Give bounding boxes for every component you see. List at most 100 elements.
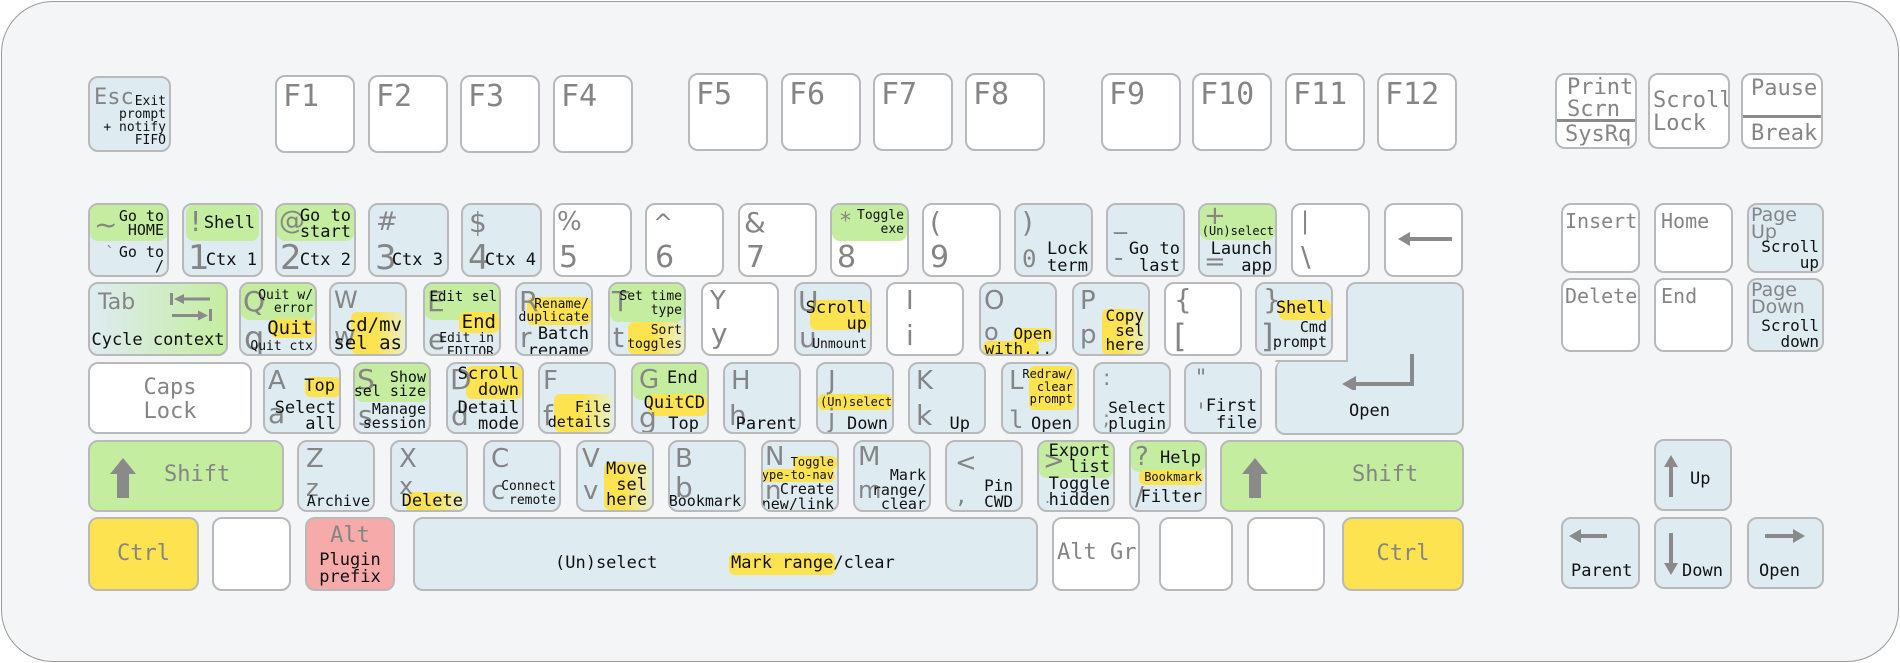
shift-action: Quit w/ error	[258, 288, 313, 316]
shift-arrow-icon	[1242, 458, 1268, 498]
key-end[interactable]: End	[1654, 278, 1733, 352]
key-backspace[interactable]	[1384, 203, 1463, 277]
key-7[interactable]: & 7	[738, 203, 817, 277]
key-f8[interactable]: F8	[965, 73, 1045, 151]
shift-legend: O	[984, 286, 1005, 316]
key-left-ctrl[interactable]: Ctrl	[88, 517, 199, 591]
base-legend: 2	[280, 238, 302, 277]
key-menu[interactable]	[1247, 517, 1325, 591]
key-f5[interactable]: F5	[688, 73, 768, 151]
key-n[interactable]: N Toggle type-to-nav n Create new/link	[761, 440, 839, 512]
key-4[interactable]: $ 4 Ctx 4	[461, 203, 542, 277]
key-f9[interactable]: F9	[1101, 73, 1181, 151]
key-z[interactable]: Z z Archive	[297, 440, 375, 512]
key-x[interactable]: X x Delete	[390, 440, 468, 512]
key-slash[interactable]: ? Help Bookmark / Filter	[1129, 440, 1207, 512]
key-y[interactable]: Y y	[701, 282, 779, 356]
key-f1[interactable]: F1	[275, 75, 355, 153]
key-g[interactable]: G End QuitCD g Top	[631, 362, 709, 434]
key-semicolon[interactable]: : ; Select plugin	[1093, 362, 1171, 434]
key-arrow-left[interactable]: Parent	[1561, 517, 1640, 589]
key-e[interactable]: E Edit sel End e Edit in EDITOR	[423, 282, 501, 356]
key-a[interactable]: A Top a Select all	[263, 362, 341, 434]
key-home[interactable]: Home	[1654, 203, 1733, 273]
key-equal[interactable]: + (Un)select = Launch app	[1198, 203, 1277, 277]
key-8[interactable]: * Toggle exe 8	[830, 203, 909, 277]
key-alt[interactable]: Alt Plugin prefix	[305, 517, 395, 591]
shift-legend: &	[744, 206, 766, 239]
key-5[interactable]: % 5	[553, 203, 632, 277]
key-o[interactable]: O o Open with...	[979, 282, 1057, 356]
key-f10[interactable]: F10	[1192, 73, 1272, 151]
key-6[interactable]: ^ 6	[645, 203, 724, 277]
key-quote[interactable]: " ' First file	[1184, 362, 1262, 434]
key-print-screen[interactable]: Print Scrn SysRq	[1555, 73, 1637, 149]
key-tab[interactable]: Tab Cycle context	[88, 282, 228, 356]
base-action: Pin CWD	[984, 476, 1013, 511]
key-legend: Page Down	[1751, 279, 1805, 319]
key-left-super[interactable]	[212, 517, 291, 591]
base-action: Down	[847, 414, 888, 434]
key-period[interactable]: > Export list . Toggle hidden	[1037, 440, 1115, 512]
key-tilde[interactable]: ~ Go to HOME ` Go to /	[88, 203, 169, 277]
base-action: Parent	[735, 414, 797, 434]
key-page-down[interactable]: Page Down Scroll down	[1747, 278, 1824, 352]
key-s[interactable]: S Show sel size s Manage session	[353, 362, 431, 434]
key-capslock[interactable]: Caps Lock	[88, 362, 252, 434]
key-q[interactable]: Q Quit w/ error Quit q Quit ctx	[239, 282, 317, 356]
key-comma[interactable]: < , Pin CWD	[945, 440, 1023, 512]
base-legend: 9	[930, 240, 950, 275]
key-u[interactable]: U Scroll up u Unmount	[794, 282, 872, 356]
key-arrow-down[interactable]: Down	[1654, 517, 1732, 589]
key-k[interactable]: K k Up	[908, 362, 986, 434]
key-right-super[interactable]	[1159, 517, 1233, 591]
key-space[interactable]: (Un)select Mark range/clear	[413, 517, 1038, 591]
key-d[interactable]: D Scroll down d Detail mode	[446, 362, 524, 434]
key-right-ctrl[interactable]: Ctrl	[1342, 517, 1464, 591]
key-j[interactable]: J (Un)select j Down	[816, 362, 894, 434]
key-f6[interactable]: F6	[781, 73, 861, 151]
key-f12[interactable]: F12	[1377, 73, 1457, 151]
key-insert[interactable]: Insert	[1561, 203, 1640, 273]
key-1[interactable]: ! Shell 1 Ctx 1	[182, 203, 263, 277]
key-h[interactable]: H h Parent	[723, 362, 801, 434]
key-f4[interactable]: F4	[553, 75, 633, 153]
key-right-shift[interactable]: Shift	[1220, 440, 1464, 512]
key-esc[interactable]: Esc Exit prompt + notify FIFO	[88, 76, 171, 152]
key-p[interactable]: P p Copy sel here	[1072, 282, 1150, 356]
key-backslash[interactable]: | \	[1291, 203, 1370, 277]
key-3[interactable]: # 3 Ctx 3	[368, 203, 449, 277]
key-minus[interactable]: _ - Go to last	[1106, 203, 1185, 277]
key-l[interactable]: L Redraw/ clear prompt l Open	[1001, 362, 1079, 434]
key-m[interactable]: M m Mark range/ clear	[853, 440, 931, 512]
key-altgr[interactable]: Alt Gr	[1052, 517, 1140, 591]
key-arrow-up[interactable]: Up	[1654, 439, 1732, 511]
key-f3[interactable]: F3	[460, 75, 540, 153]
key-b[interactable]: B b Bookmark	[668, 440, 746, 512]
key-2[interactable]: @ Go to start 2 Ctx 2	[275, 203, 356, 277]
key-arrow-right[interactable]: Open	[1747, 517, 1824, 589]
key-v[interactable]: V v Move sel here	[576, 440, 654, 512]
key-f7[interactable]: F7	[873, 73, 953, 151]
key-r[interactable]: R Rename/ duplicate r Batch rename	[515, 282, 593, 356]
key-w[interactable]: W w cd/mv sel as	[329, 282, 407, 356]
ctrl-action: Mark range/clear	[731, 553, 895, 573]
key-0[interactable]: ) 0 Lock term	[1014, 203, 1093, 277]
key-page-up[interactable]: Page Up Scroll up	[1747, 203, 1824, 273]
key-lbracket[interactable]: { [	[1164, 282, 1242, 356]
key-f[interactable]: F f File details	[538, 362, 616, 434]
enter-arrow-icon	[1342, 354, 1414, 390]
key-i[interactable]: I i	[886, 282, 964, 356]
key-enter[interactable]: Open	[1275, 282, 1464, 435]
key-f11[interactable]: F11	[1285, 73, 1365, 151]
key-c[interactable]: C c Connect remote	[483, 440, 561, 512]
key-f2[interactable]: F2	[368, 75, 448, 153]
key-legend: Alt	[330, 523, 370, 548]
key-9[interactable]: ( 9	[922, 203, 1001, 277]
key-delete[interactable]: Delete	[1561, 278, 1640, 352]
key-pause[interactable]: Pause Break	[1741, 73, 1823, 149]
key-left-shift[interactable]: Shift	[88, 440, 284, 512]
key-t[interactable]: T Set time type t Sort toggles	[608, 282, 686, 356]
key-scroll-lock[interactable]: Scroll Lock	[1648, 73, 1730, 149]
key-legend: F12	[1385, 77, 1440, 112]
